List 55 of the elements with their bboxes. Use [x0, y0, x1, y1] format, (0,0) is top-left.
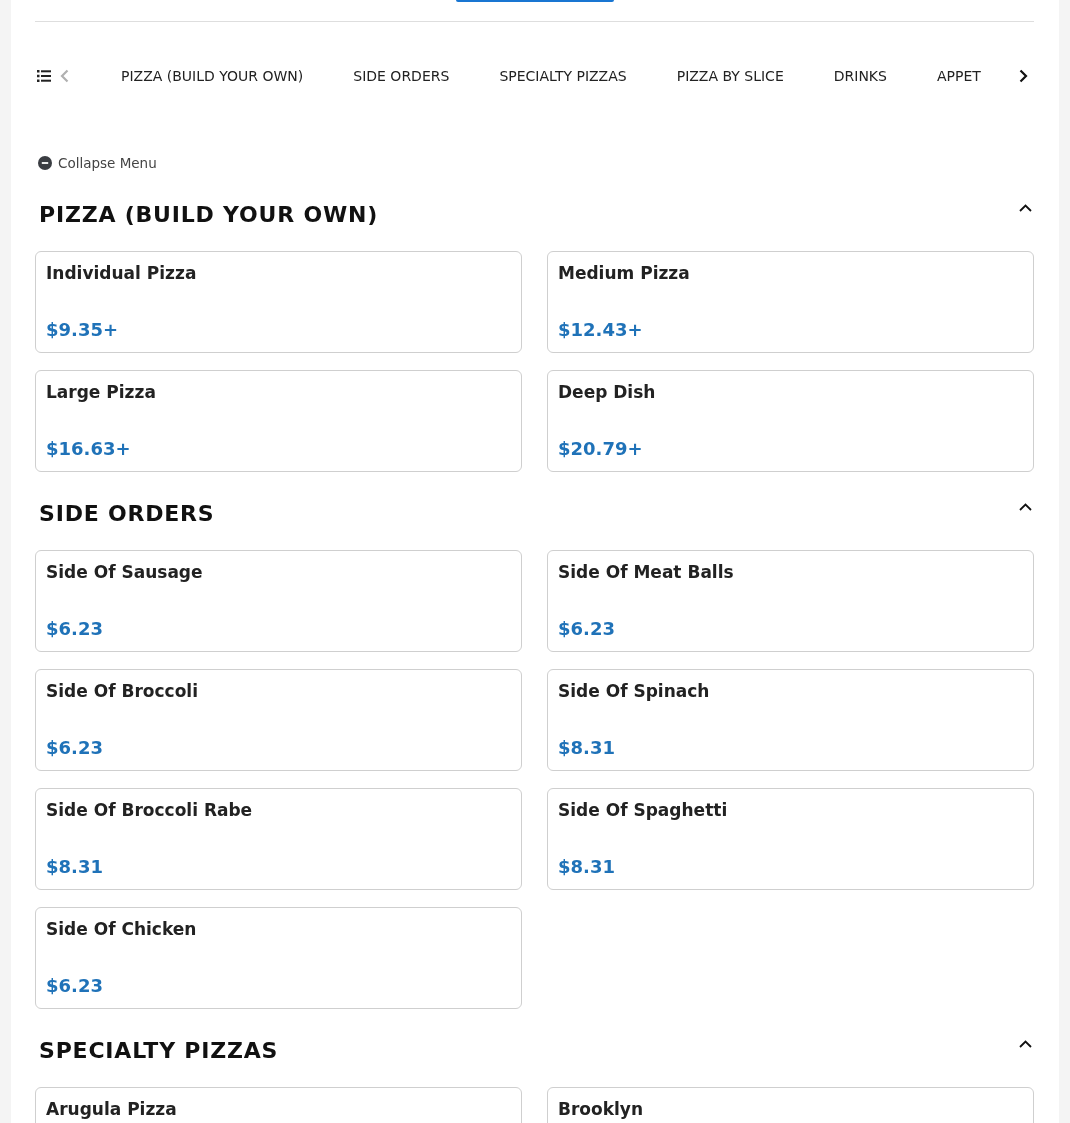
- item-price: $9.35+: [46, 318, 120, 342]
- item-name: Side Of Meat Balls: [558, 561, 735, 583]
- item-name: Side Of Spinach: [558, 680, 711, 702]
- category-tab[interactable]: SIDE ORDERS: [328, 66, 475, 86]
- item-name: Side Of Broccoli Rabe: [46, 799, 254, 821]
- menu-item-card[interactable]: Side Of Chicken $6.23: [35, 907, 522, 1009]
- item-name: Brooklyn: [558, 1098, 645, 1120]
- scroll-right-button[interactable]: [1019, 69, 1028, 83]
- item-price: $8.31: [558, 855, 616, 879]
- item-name: Individual Pizza: [46, 262, 198, 284]
- menu-item-card[interactable]: Side Of Broccoli Rabe $8.31: [35, 788, 522, 890]
- section-heading: SPECIALTY PIZZAS: [38, 1037, 279, 1065]
- chevron-up-icon[interactable]: [1019, 1040, 1032, 1048]
- item-name: Deep Dish: [558, 381, 657, 403]
- item-price: $6.23: [46, 736, 104, 760]
- chevron-right-icon: [1019, 69, 1028, 83]
- minus-circle-icon: [38, 156, 52, 170]
- item-name: Side Of Spaghetti: [558, 799, 729, 821]
- item-name: Large Pizza: [46, 381, 157, 403]
- collapse-menu-button[interactable]: Collapse Menu: [38, 153, 157, 173]
- menu-item-card[interactable]: Side Of Spinach $8.31: [547, 669, 1034, 771]
- item-price: $16.63+: [46, 437, 132, 461]
- chevron-up-icon[interactable]: [1019, 204, 1032, 212]
- item-name: Medium Pizza: [558, 262, 691, 284]
- item-name: Side Of Sausage: [46, 561, 204, 583]
- list-icon[interactable]: [37, 70, 51, 82]
- menu-item-card[interactable]: Side Of Spaghetti $8.31: [547, 788, 1034, 890]
- menu-item-card[interactable]: Brooklyn: [547, 1087, 1034, 1123]
- category-tab[interactable]: PIZZA (BUILD YOUR OWN): [96, 66, 329, 86]
- menu-item-card[interactable]: Side Of Broccoli $6.23: [35, 669, 522, 771]
- item-price: $8.31: [558, 736, 616, 760]
- item-name: Arugula Pizza: [46, 1098, 178, 1120]
- menu-item-card[interactable]: Side Of Meat Balls $6.23: [547, 550, 1034, 652]
- item-price: $8.31: [46, 855, 104, 879]
- chevron-left-icon: [60, 69, 69, 83]
- menu-item-card[interactable]: Side Of Sausage $6.23: [35, 550, 522, 652]
- section-heading: SIDE ORDERS: [38, 500, 215, 528]
- category-tab[interactable]: APPET: [911, 66, 1006, 86]
- item-price: $6.23: [46, 974, 104, 998]
- item-price: $6.23: [558, 617, 616, 641]
- category-tab[interactable]: PIZZA BY SLICE: [651, 66, 809, 86]
- menu-item-card[interactable]: Individual Pizza $9.35+: [35, 251, 522, 353]
- category-tab[interactable]: SPECIALTY PIZZAS: [474, 66, 652, 86]
- item-price: $6.23: [46, 617, 104, 641]
- menu-item-card[interactable]: Arugula Pizza: [35, 1087, 522, 1123]
- menu-item-card[interactable]: Deep Dish $20.79+: [547, 370, 1034, 472]
- item-price: $20.79+: [558, 437, 644, 461]
- item-price: $12.43+: [558, 318, 644, 342]
- menu-item-card[interactable]: Large Pizza $16.63+: [35, 370, 522, 472]
- section-heading: PIZZA (BUILD YOUR OWN): [38, 201, 379, 229]
- chevron-up-icon[interactable]: [1019, 503, 1032, 511]
- menu-item-card[interactable]: Medium Pizza $12.43+: [547, 251, 1034, 353]
- category-tab[interactable]: DRINKS: [808, 66, 912, 86]
- item-name: Side Of Broccoli: [46, 680, 199, 702]
- item-name: Side Of Chicken: [46, 918, 198, 940]
